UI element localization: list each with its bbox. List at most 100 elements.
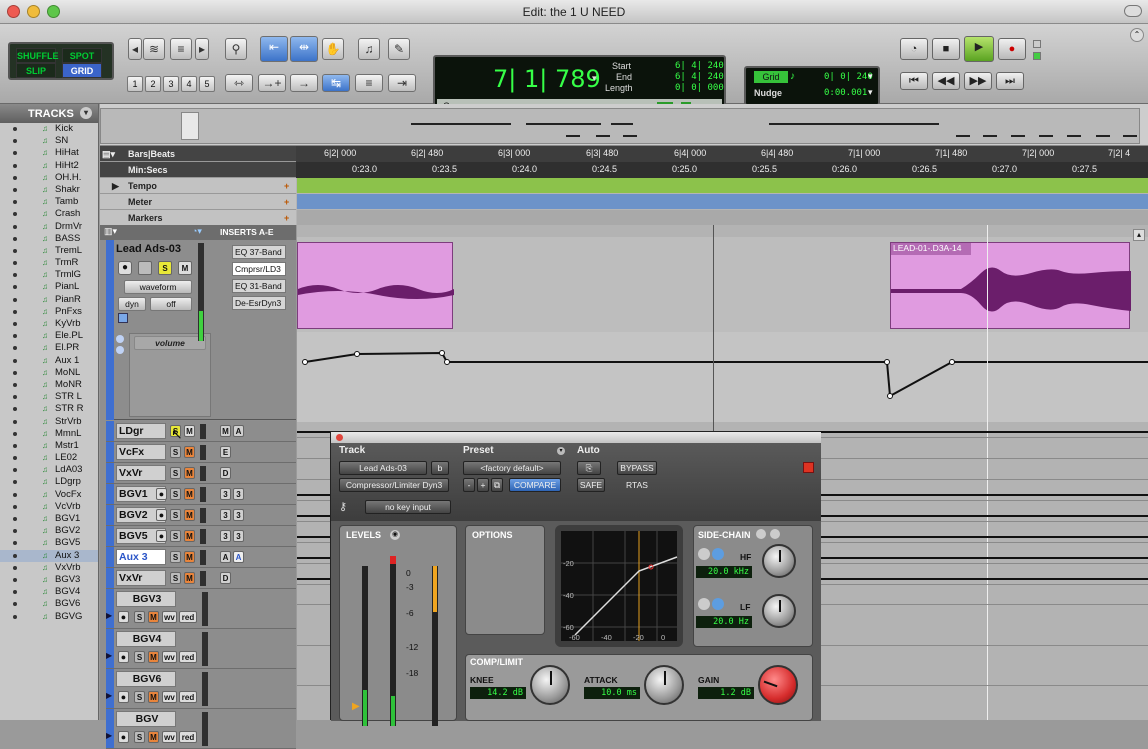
stop-button[interactable]: ■ xyxy=(932,38,960,60)
insert-slot[interactable]: Cmprsr/LD3 xyxy=(232,262,286,276)
mute-button[interactable]: M xyxy=(184,551,195,563)
insert-slot[interactable]: D xyxy=(220,467,231,479)
solo-button[interactable]: S xyxy=(170,530,181,542)
tracks-list-item[interactable]: ♫ BGVG xyxy=(0,611,98,623)
track-visible-icon[interactable] xyxy=(13,382,17,387)
solo-button[interactable]: S xyxy=(134,611,145,623)
slip-mode-button[interactable]: SLIP xyxy=(16,63,56,78)
automation-selector[interactable]: red xyxy=(179,611,197,623)
tracks-list-item[interactable]: ♫ PianR xyxy=(0,294,98,306)
solo-button[interactable]: S xyxy=(170,509,181,521)
track-header[interactable]: LDgr S M M A xyxy=(106,421,296,442)
tracks-list-item[interactable]: ♫ BGV5 xyxy=(0,537,98,549)
tracks-list-item[interactable]: ♫ El.PR xyxy=(0,342,98,354)
plugin-selector[interactable]: Compressor/Limiter Dyn3 xyxy=(339,478,449,492)
track-visible-icon[interactable] xyxy=(13,602,17,607)
track-visible-icon[interactable] xyxy=(13,163,17,168)
dyn-selector[interactable]: dyn xyxy=(118,297,146,311)
solo-button[interactable]: S xyxy=(170,467,181,479)
timebase-icon[interactable]: ◔▾ xyxy=(192,226,202,237)
track-visible-icon[interactable] xyxy=(13,456,17,461)
track-visible-icon[interactable] xyxy=(13,395,17,400)
tracks-list-item[interactable]: ♫ TrmlG xyxy=(0,269,98,281)
track-visible-icon[interactable] xyxy=(13,431,17,436)
track-visible-icon[interactable] xyxy=(13,187,17,192)
audio-clip-2[interactable]: LEAD-01-.D3A-14 xyxy=(890,242,1131,329)
record-enable-icon[interactable]: ● xyxy=(118,691,129,703)
go-to-end-button[interactable]: ⏭ xyxy=(996,72,1024,90)
insert-slot[interactable]: 3 xyxy=(220,509,231,521)
mute-button[interactable]: M xyxy=(184,425,195,437)
tracks-list-item[interactable]: ♫ SN xyxy=(0,135,98,147)
plugin-bypass-indicator[interactable] xyxy=(803,462,814,473)
track-visible-icon[interactable] xyxy=(13,492,17,497)
insert-slot[interactable]: De-EsrDyn3 xyxy=(232,296,286,310)
track-header[interactable]: BGV3 ● S Mwv red ▶ xyxy=(106,589,296,629)
meter-lane[interactable] xyxy=(297,194,1148,209)
solo-button[interactable]: S xyxy=(170,572,181,584)
tab-to-transient-icon[interactable]: ⇿ xyxy=(225,74,253,92)
tracks-list-item[interactable]: ♫ Ele.PL xyxy=(0,330,98,342)
knee-value[interactable]: 14.2 dB xyxy=(470,687,526,699)
track-visible-icon[interactable] xyxy=(13,480,17,485)
expand-track-icon[interactable]: ▶ xyxy=(106,651,112,660)
insertion-follows-icon[interactable]: ↹ xyxy=(322,74,350,92)
tracks-list-item[interactable]: ♫ BGV4 xyxy=(0,586,98,598)
insert-slot[interactable]: A xyxy=(220,551,231,563)
track-visible-icon[interactable] xyxy=(13,236,17,241)
track-header[interactable]: BGV5 ● S M 3 3 xyxy=(106,526,296,547)
add-lane-icon-2[interactable] xyxy=(116,346,124,354)
tracks-list-item[interactable]: ♫ PnFxs xyxy=(0,306,98,318)
tempo-lane[interactable] xyxy=(297,178,1148,193)
track-visible-icon[interactable] xyxy=(13,261,17,266)
track-header[interactable]: BGV4 ● S Mwv red ▶ xyxy=(106,629,296,669)
zoom-preset-5[interactable]: 5 xyxy=(199,76,215,92)
next-preset-button[interactable]: + xyxy=(477,478,489,492)
zoom-in-button[interactable]: ▸ xyxy=(195,38,209,60)
shuffle-mode-button[interactable]: SHUFFLE xyxy=(16,48,59,63)
levels-info-icon[interactable]: ◉ xyxy=(390,530,400,540)
markers-ruler-label[interactable]: Markers + xyxy=(100,210,296,226)
lead-track-header[interactable]: Lead Ads-03 ● S M waveform dyn off volum… xyxy=(106,240,296,420)
track-visible-icon[interactable] xyxy=(13,517,17,521)
gain-knob[interactable] xyxy=(758,665,798,705)
nudge-value[interactable]: 0:00.001 xyxy=(824,88,867,98)
track-visible-icon[interactable] xyxy=(13,504,17,509)
track-name[interactable]: BGV4 xyxy=(116,631,176,647)
markers-lane[interactable] xyxy=(297,210,1148,225)
track-header[interactable]: BGV2 ● S M 3 3 xyxy=(106,505,296,526)
track-header[interactable]: VcFx S M E xyxy=(106,442,296,463)
tracks-list-item[interactable]: ♫ MoNL xyxy=(0,367,98,379)
expand-track-icon[interactable]: ▶ xyxy=(106,691,112,700)
tracks-list-item[interactable]: ♫ Tamb xyxy=(0,196,98,208)
librarian-menu-icon[interactable]: ⧉ xyxy=(491,478,503,492)
audio-zoom-icon[interactable]: ≋ xyxy=(143,38,165,60)
track-visible-icon[interactable] xyxy=(13,468,17,473)
solo-button[interactable]: S xyxy=(170,551,181,563)
mute-button[interactable]: M xyxy=(148,691,159,703)
grid-dropdown-icon[interactable]: ▾ xyxy=(868,71,873,82)
record-enable-icon[interactable]: ● xyxy=(156,488,167,500)
vertical-zoom-icon[interactable]: ▴ xyxy=(1133,229,1145,241)
record-enable-icon[interactable]: ● xyxy=(118,651,129,663)
mute-button[interactable]: M xyxy=(148,651,159,663)
mute-button[interactable]: M xyxy=(178,261,192,275)
insert-slot[interactable]: A xyxy=(233,425,244,437)
spot-mode-button[interactable]: SPOT xyxy=(62,48,102,63)
trim-tool-icon[interactable]: ⇤ xyxy=(260,36,288,62)
record-button[interactable]: ● xyxy=(998,38,1026,60)
track-visible-icon[interactable] xyxy=(13,565,17,570)
attack-knob[interactable] xyxy=(644,665,684,705)
toolbar-toggle-button[interactable] xyxy=(1124,5,1142,17)
record-enable-icon[interactable]: ● xyxy=(118,611,129,623)
mute-button[interactable]: M xyxy=(184,509,195,521)
tracks-list-item[interactable]: ♫ TrmR xyxy=(0,257,98,269)
tracks-list-item[interactable]: ♫ BASS xyxy=(0,233,98,245)
track-visible-icon[interactable] xyxy=(13,200,17,205)
track-visible-icon[interactable] xyxy=(13,407,17,412)
link-timeline-icon[interactable]: →+ xyxy=(258,74,286,92)
key-input-selector[interactable]: no key input xyxy=(365,500,451,514)
track-visible-icon[interactable] xyxy=(13,541,17,546)
track-name[interactable]: VxVr xyxy=(116,465,166,481)
insert-slot[interactable]: 3 xyxy=(233,530,244,542)
